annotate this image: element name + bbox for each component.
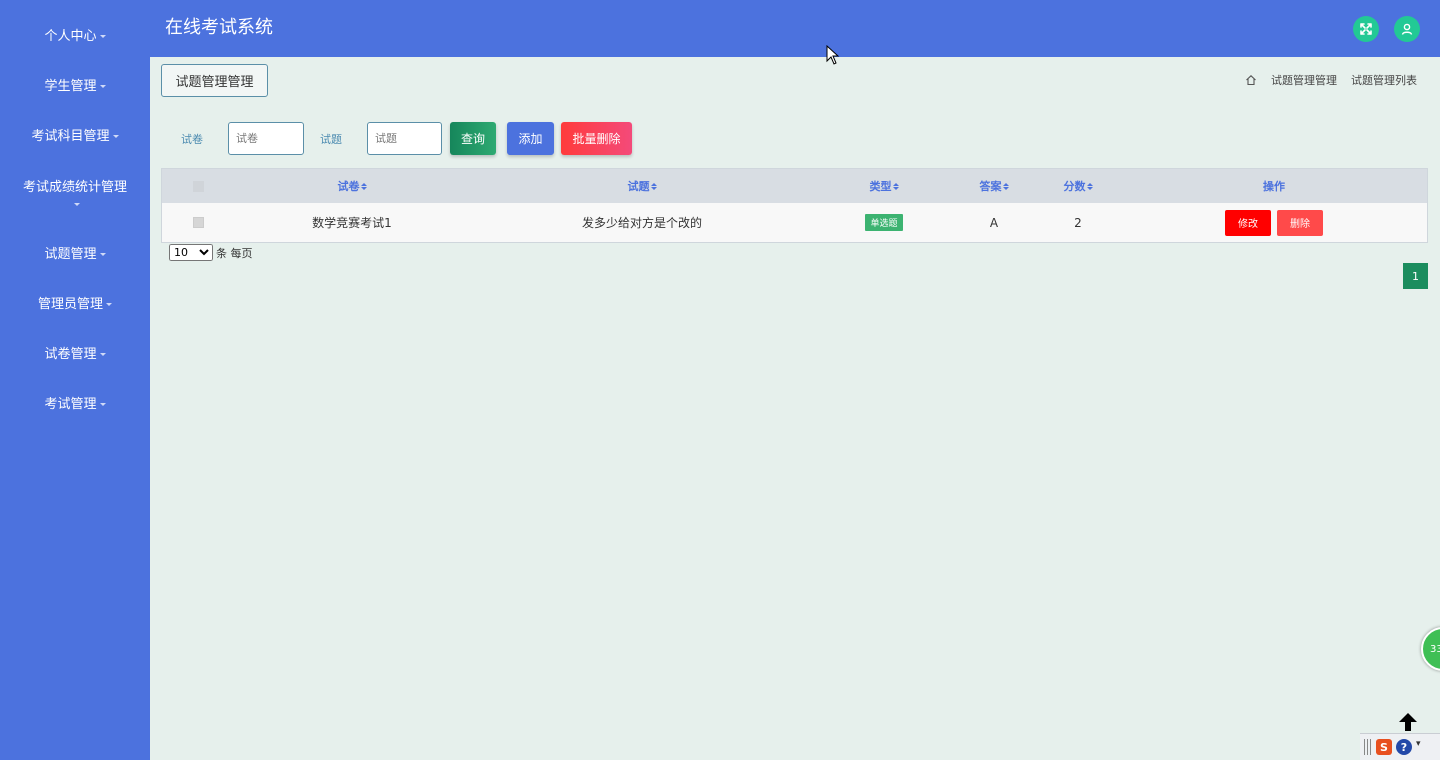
- page-size-control: 10 条 每页: [169, 244, 253, 261]
- sort-icon: [650, 182, 657, 190]
- table-header: 试卷 试题 类型 答案 分数 操作: [162, 169, 1427, 203]
- cell-score: 2: [1074, 215, 1082, 230]
- tray-menu-icon[interactable]: ▾: [1416, 739, 1422, 755]
- caret-down-icon: [106, 303, 112, 306]
- floating-widget[interactable]: 33: [1421, 627, 1440, 671]
- column-header-answer[interactable]: 答案: [954, 169, 1034, 203]
- sidebar-item-question-management[interactable]: 试题管理: [0, 246, 150, 263]
- page-size-suffix: 条 每页: [216, 246, 253, 260]
- table-row: 数学竞赛考试1 发多少给对方是个改的 单选题 A 2 修改 删除: [162, 203, 1427, 242]
- sidebar-item-label: 考试成绩统计管理: [22, 180, 127, 195]
- system-tray: S ? ▾: [1360, 733, 1440, 760]
- sidebar-item-student-management[interactable]: 学生管理: [0, 78, 150, 95]
- column-header-label: 类型: [869, 180, 892, 193]
- paper-filter-input[interactable]: [228, 122, 304, 155]
- caret-down-icon: [99, 253, 106, 256]
- user-icon: [1401, 23, 1413, 35]
- sidebar-item-label: 学生管理: [44, 79, 97, 94]
- sort-icon: [1002, 182, 1009, 190]
- input-method-icon[interactable]: S: [1376, 739, 1392, 755]
- column-header-actions: 操作: [1263, 180, 1285, 193]
- column-header-label: 分数: [1063, 180, 1086, 193]
- sidebar-item-exam-management[interactable]: 考试管理: [0, 396, 150, 413]
- grip-icon: [1364, 739, 1372, 755]
- caret-down-icon: [112, 135, 119, 138]
- cell-answer: A: [989, 215, 999, 230]
- sidebar-item-label: 考试管理: [44, 397, 97, 412]
- tab-question-management[interactable]: 试题管理管理: [161, 64, 268, 97]
- caret-down-icon: [99, 353, 106, 356]
- breadcrumb-item: 试题管理列表: [1351, 74, 1417, 87]
- question-table: 试卷 试题 类型 答案 分数 操作 数学竞赛考试1 发多少给对方是个改的 单选题…: [161, 168, 1428, 243]
- caret-down-icon: [73, 203, 80, 206]
- type-badge: 单选题: [865, 214, 903, 231]
- paper-filter-label: 试卷: [181, 133, 203, 146]
- column-header-label: 试题: [627, 180, 650, 193]
- sidebar-item-admin-management[interactable]: 管理员管理: [0, 296, 150, 313]
- column-header-type[interactable]: 类型: [844, 169, 924, 203]
- sidebar-item-paper-management[interactable]: 试卷管理: [0, 346, 150, 363]
- batch-delete-button[interactable]: 批量删除: [561, 122, 632, 155]
- mouse-cursor-icon: [826, 45, 840, 65]
- sidebar-item-label: 考试科目管理: [31, 129, 110, 144]
- caret-down-icon: [99, 85, 106, 88]
- sort-icon: [892, 182, 899, 190]
- column-header-label: 试卷: [337, 180, 360, 193]
- column-header-score[interactable]: 分数: [1038, 169, 1118, 203]
- sidebar: 个人中心 学生管理 考试科目管理 考试成绩统计管理 试题管理 管理员管理 试卷管…: [0, 0, 150, 760]
- top-header: 在线考试系统: [150, 0, 1440, 57]
- question-filter-label: 试题: [320, 133, 342, 146]
- sidebar-item-exam-subject-management[interactable]: 考试科目管理: [0, 128, 150, 145]
- caret-down-icon: [99, 35, 106, 38]
- sidebar-item-label: 试卷管理: [44, 347, 97, 362]
- cell-paper: 数学竞赛考试1: [312, 216, 392, 230]
- sidebar-item-score-statistics-management[interactable]: 考试成绩统计管理: [0, 179, 150, 213]
- cell-actions: 修改 删除: [1214, 203, 1334, 242]
- add-button[interactable]: 添加: [507, 122, 554, 155]
- select-all-checkbox[interactable]: [192, 180, 204, 192]
- select-all-cell: [188, 169, 208, 203]
- delete-button[interactable]: 删除: [1277, 209, 1323, 236]
- sidebar-item-personal-center[interactable]: 个人中心: [0, 28, 150, 45]
- page-size-select[interactable]: 10: [169, 244, 213, 261]
- column-header-paper[interactable]: 试卷: [292, 169, 412, 203]
- sidebar-item-label: 个人中心: [44, 29, 97, 44]
- back-to-top-icon[interactable]: [1398, 712, 1418, 732]
- sidebar-item-label: 管理员管理: [37, 297, 103, 312]
- row-checkbox[interactable]: [192, 217, 204, 228]
- sort-icon: [360, 182, 367, 190]
- fullscreen-icon: [1360, 23, 1372, 35]
- floating-widget-label: 33: [1430, 643, 1440, 655]
- breadcrumb-item[interactable]: 试题管理管理: [1271, 72, 1337, 88]
- cell-type: 单选题: [844, 203, 924, 242]
- help-icon[interactable]: ?: [1396, 739, 1412, 755]
- caret-down-icon: [99, 403, 106, 406]
- column-header-label: 答案: [979, 180, 1002, 193]
- cell-question: 发多少给对方是个改的: [581, 216, 702, 230]
- home-icon[interactable]: [1245, 74, 1257, 86]
- breadcrumb: 试题管理管理 试题管理列表: [1245, 72, 1417, 88]
- edit-button[interactable]: 修改: [1225, 209, 1271, 236]
- question-filter-input[interactable]: [367, 122, 442, 155]
- sort-icon: [1086, 182, 1093, 190]
- pagination-page-button[interactable]: 1: [1403, 263, 1428, 289]
- fullscreen-button[interactable]: [1353, 16, 1379, 42]
- column-header-question[interactable]: 试题: [572, 169, 712, 203]
- query-button[interactable]: 查询: [450, 122, 496, 155]
- app-title: 在线考试系统: [165, 17, 273, 38]
- sidebar-item-label: 试题管理: [44, 247, 97, 262]
- row-select-cell: [188, 203, 208, 242]
- user-menu-button[interactable]: [1394, 16, 1420, 42]
